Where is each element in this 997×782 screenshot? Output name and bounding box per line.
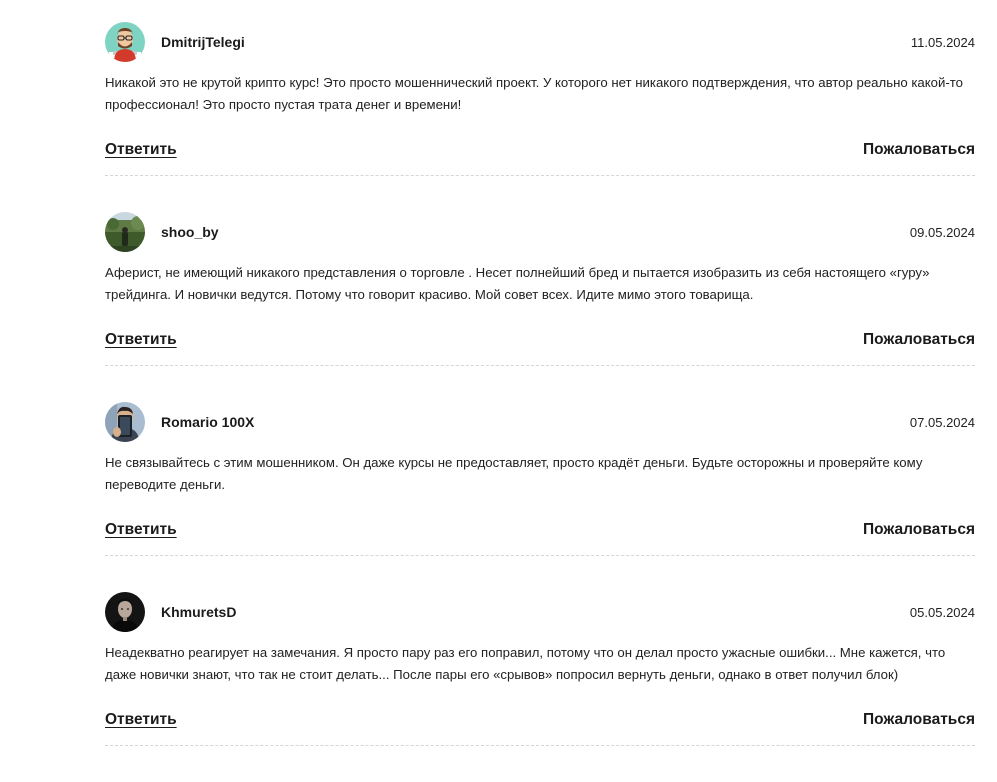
comment-header: DmitrijTelegi 11.05.2024 xyxy=(105,22,975,62)
portrait-avatar-icon[interactable] xyxy=(105,592,145,632)
comment-divider xyxy=(105,555,975,556)
cartoon-avatar-icon[interactable] xyxy=(105,22,145,62)
reply-link[interactable]: Ответить xyxy=(105,711,177,729)
reply-link[interactable]: Ответить xyxy=(105,331,177,349)
comment-username: KhmuretsD xyxy=(161,604,237,620)
comment-item: KhmuretsD 05.05.2024 Неадекватно реагиру… xyxy=(105,592,975,782)
comment-actions: Ответить Пожаловаться xyxy=(105,330,975,350)
comment-text: Неадекватно реагирует на замечания. Я пр… xyxy=(105,645,946,682)
comment-header: KhmuretsD 05.05.2024 xyxy=(105,592,975,632)
comment-date: 11.05.2024 xyxy=(910,34,975,50)
comment-divider xyxy=(105,745,975,746)
comment-item: shoo_by 09.05.2024 Аферист, не имеющий н… xyxy=(105,212,975,402)
comment-date: 05.05.2024 xyxy=(909,604,975,620)
report-link[interactable]: Пожаловаться xyxy=(863,711,975,729)
reply-link[interactable]: Ответить xyxy=(105,521,177,539)
comment-item: Romario 100X 07.05.2024 Не связывайтесь … xyxy=(105,402,975,592)
report-link[interactable]: Пожаловаться xyxy=(863,521,975,539)
comment-divider xyxy=(105,365,975,366)
report-link[interactable]: Пожаловаться xyxy=(863,331,975,349)
report-link[interactable]: Пожаловаться xyxy=(863,141,975,159)
comment-header: Romario 100X 07.05.2024 xyxy=(105,402,975,442)
comment-item: DmitrijTelegi 11.05.2024 Никакой это не … xyxy=(105,22,975,212)
comment-username: shoo_by xyxy=(161,224,219,240)
comment-date: 09.05.2024 xyxy=(909,224,975,240)
comment-actions: Ответить Пожаловаться xyxy=(105,140,975,160)
selfie-avatar-icon[interactable] xyxy=(105,402,145,442)
landscape-avatar-icon[interactable] xyxy=(105,212,145,252)
comment-date: 07.05.2024 xyxy=(909,414,975,430)
comment-text: Не связывайтесь с этим мошенником. Он да… xyxy=(105,455,923,492)
comments-list: DmitrijTelegi 11.05.2024 Никакой это не … xyxy=(105,22,975,782)
reply-link[interactable]: Ответить xyxy=(105,141,177,159)
comment-username: Romario 100X xyxy=(161,414,255,430)
comment-actions: Ответить Пожаловаться xyxy=(105,710,975,730)
comment-username: DmitrijTelegi xyxy=(161,34,245,50)
comment-actions: Ответить Пожаловаться xyxy=(105,520,975,540)
comment-text: Аферист, не имеющий никакого представлен… xyxy=(105,265,930,302)
comment-divider xyxy=(105,175,975,176)
comment-header: shoo_by 09.05.2024 xyxy=(105,212,975,252)
comment-text: Никакой это не крутой крипто курс! Это п… xyxy=(105,75,963,112)
